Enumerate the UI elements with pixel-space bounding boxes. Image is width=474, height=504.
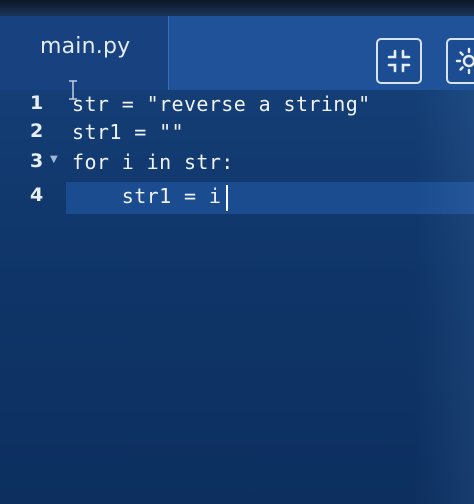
text-caret	[226, 185, 228, 211]
code-text: str1 = i	[72, 184, 222, 208]
code-line-4-active[interactable]: 4 str1 = i	[0, 182, 474, 214]
collapse-button[interactable]	[376, 38, 422, 84]
code-text: str1 = ""	[72, 120, 184, 144]
file-tab-label: main.py	[40, 34, 131, 59]
code-line-2[interactable]: 2 str1 = ""	[0, 118, 474, 150]
editor-tab-bar: main.py	[0, 16, 474, 90]
screen-bezel	[0, 0, 474, 16]
code-line-3[interactable]: 3 ▼ for i in str:	[0, 148, 474, 180]
code-text: str = "reverse a string"	[72, 92, 371, 116]
theme-toggle-button[interactable]	[446, 38, 474, 84]
line-number: 4	[30, 184, 44, 206]
file-tab-main[interactable]: main.py	[0, 16, 168, 90]
collapse-icon	[387, 49, 411, 73]
line-number: 1	[30, 92, 44, 114]
code-editor[interactable]: 1 str = "reverse a string" 2 str1 = "" 3…	[0, 90, 474, 504]
text-cursor-icon	[69, 80, 77, 100]
code-text: for i in str:	[72, 150, 234, 174]
fold-arrow-icon[interactable]: ▼	[50, 154, 58, 165]
sun-icon	[455, 47, 474, 75]
tab-bar-empty-area	[168, 16, 474, 90]
phone-screen: main.py 1 str = "reverse a string" 2 str…	[0, 0, 474, 504]
line-number: 2	[30, 120, 44, 142]
